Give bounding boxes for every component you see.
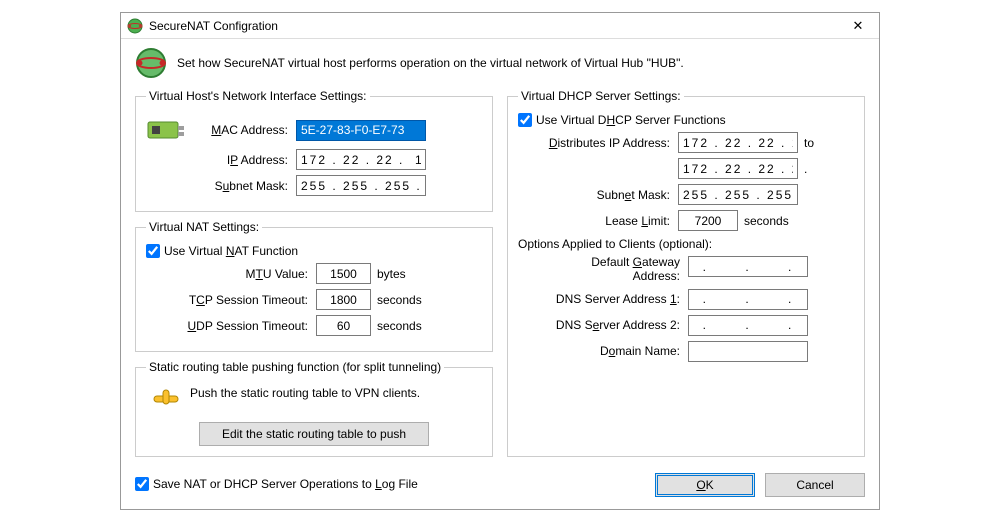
dist-from-input[interactable] — [678, 132, 798, 153]
dhcp-group: Virtual DHCP Server Settings: Use Virtua… — [507, 89, 865, 457]
push-row: Push the static routing table to VPN cli… — [146, 382, 482, 418]
close-icon: ✕ — [853, 18, 864, 34]
use-dhcp-check[interactable] — [518, 113, 532, 127]
mask-row: Subnet Mask: — [146, 175, 482, 196]
save-log-checkbox[interactable]: Save NAT or DHCP Server Operations to Lo… — [135, 477, 418, 491]
dns2-input[interactable] — [688, 315, 808, 336]
dist-to-word: to — [804, 136, 814, 150]
static-route-legend: Static routing table pushing function (f… — [146, 360, 444, 374]
use-nat-check[interactable] — [146, 244, 160, 258]
tcp-input[interactable] — [316, 289, 371, 310]
app-icon — [127, 18, 143, 34]
dhcp-mask-input[interactable] — [678, 184, 798, 205]
udp-label: UDP Session Timeout: — [146, 319, 316, 333]
vhost-group: Virtual Host's Network Interface Setting… — [135, 89, 493, 212]
save-log-label: Save NAT or DHCP Server Operations to Lo… — [153, 477, 418, 491]
ip-input[interactable] — [296, 149, 426, 170]
ok-button[interactable]: OK — [655, 473, 755, 497]
lease-label: Lease Limit: — [518, 214, 678, 228]
mac-label: MAC Address: — [192, 123, 296, 137]
right-column: Virtual DHCP Server Settings: Use Virtua… — [507, 89, 865, 457]
dhcp-mask-row: Subnet Mask: — [518, 184, 854, 205]
mtu-row: MTU Value: bytes — [146, 263, 482, 284]
use-nat-checkbox[interactable]: Use Virtual NAT Function — [146, 244, 482, 258]
tcp-unit: seconds — [377, 293, 422, 307]
mac-input[interactable] — [296, 120, 426, 141]
dist-label: Distributes IP Address: — [518, 136, 678, 150]
dialog-window: SecureNAT Configration ✕ Set how SecureN… — [120, 12, 880, 510]
edit-routing-button[interactable]: Edit the static routing table to push — [199, 422, 429, 446]
banner: Set how SecureNAT virtual host performs … — [121, 39, 879, 89]
dns2-label: DNS Server Address 2: — [518, 318, 688, 332]
mask-label: Subnet Mask: — [146, 179, 296, 193]
udp-unit: seconds — [377, 319, 422, 333]
securenat-icon — [135, 47, 167, 79]
udp-row: UDP Session Timeout: seconds — [146, 315, 482, 336]
tcp-label: TCP Session Timeout: — [146, 293, 316, 307]
dns2-row: DNS Server Address 2: — [518, 315, 854, 336]
use-dhcp-checkbox[interactable]: Use Virtual DHCP Server Functions — [518, 113, 854, 127]
gw-row: Default Gateway Address: — [518, 256, 854, 284]
dns1-input[interactable] — [688, 289, 808, 310]
save-log-check[interactable] — [135, 477, 149, 491]
lease-unit: seconds — [744, 214, 789, 228]
dist-to-row: . — [518, 158, 854, 179]
window-title: SecureNAT Configration — [149, 19, 843, 33]
close-button[interactable]: ✕ — [843, 15, 873, 37]
nic-icon — [146, 116, 186, 144]
mask-input[interactable] — [296, 175, 426, 196]
domain-label: Domain Name: — [518, 344, 688, 358]
domain-row: Domain Name: — [518, 341, 854, 362]
dhcp-mask-label: Subnet Mask: — [518, 188, 678, 202]
dns1-label: DNS Server Address 1: — [518, 292, 688, 306]
ip-row: IP Address: — [146, 149, 482, 170]
ip-label: IP Address: — [146, 153, 296, 167]
dns1-row: DNS Server Address 1: — [518, 289, 854, 310]
left-column: Virtual Host's Network Interface Setting… — [135, 89, 493, 457]
vhost-legend: Virtual Host's Network Interface Setting… — [146, 89, 370, 103]
domain-input[interactable] — [688, 341, 808, 362]
titlebar: SecureNAT Configration ✕ — [121, 13, 879, 39]
banner-text: Set how SecureNAT virtual host performs … — [177, 56, 684, 70]
use-dhcp-label: Use Virtual DHCP Server Functions — [536, 113, 726, 127]
cancel-button[interactable]: Cancel — [765, 473, 865, 497]
vnat-legend: Virtual NAT Settings: — [146, 220, 262, 234]
mtu-label: MTU Value: — [146, 267, 316, 281]
push-desc: Push the static routing table to VPN cli… — [190, 386, 420, 400]
lease-input[interactable] — [678, 210, 738, 231]
lease-row: Lease Limit: seconds — [518, 210, 854, 231]
tcp-row: TCP Session Timeout: seconds — [146, 289, 482, 310]
use-nat-label: Use Virtual NAT Function — [164, 244, 298, 258]
content-area: Virtual Host's Network Interface Setting… — [121, 89, 879, 467]
mtu-unit: bytes — [377, 267, 406, 281]
static-route-group: Static routing table pushing function (f… — [135, 360, 493, 457]
dist-from-row: Distributes IP Address: to — [518, 132, 854, 153]
dhcp-legend: Virtual DHCP Server Settings: — [518, 89, 684, 103]
gw-input[interactable] — [688, 256, 808, 277]
dist-to-input[interactable] — [678, 158, 798, 179]
vnat-group: Virtual NAT Settings: Use Virtual NAT Fu… — [135, 220, 493, 352]
opts-head: Options Applied to Clients (optional): — [518, 237, 854, 251]
mac-row: MAC Address: — [146, 116, 482, 144]
mtu-input[interactable] — [316, 263, 371, 284]
footer: Save NAT or DHCP Server Operations to Lo… — [121, 467, 879, 509]
gw-label: Default Gateway Address: — [518, 256, 688, 284]
dist-dot: . — [804, 162, 807, 176]
udp-input[interactable] — [316, 315, 371, 336]
pipe-icon — [152, 388, 180, 410]
